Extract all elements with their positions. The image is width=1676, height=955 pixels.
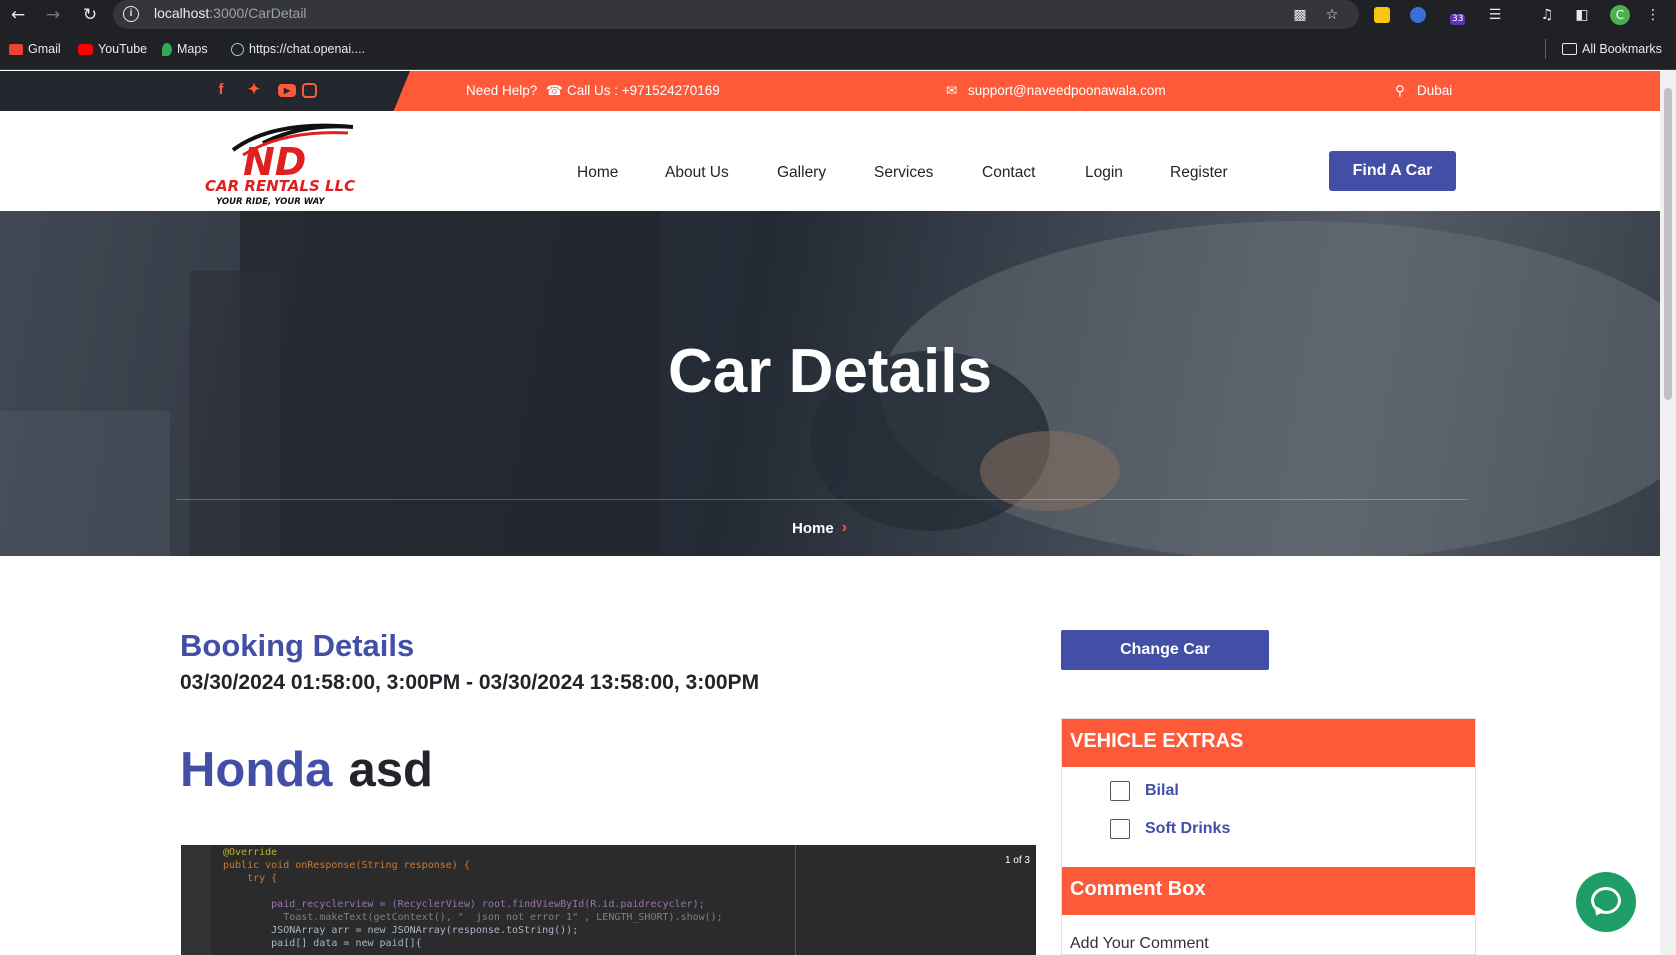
car-image-carousel[interactable]: @Override public void onResponse(String …	[181, 845, 1036, 955]
url-text[interactable]: localhost:3000/CarDetail	[154, 5, 307, 21]
call-us-link[interactable]: Call Us : +971524270169	[567, 83, 720, 98]
code-gutter	[181, 845, 211, 955]
site-info-icon[interactable]: i	[123, 6, 139, 22]
maps-icon	[162, 42, 172, 56]
page-scrollbar[interactable]	[1660, 70, 1676, 955]
code-line: paid_recyclerview = (RecyclerView) root.…	[223, 899, 705, 910]
scroll-thumb[interactable]	[1664, 88, 1672, 400]
change-car-button[interactable]: Change Car	[1061, 630, 1269, 670]
side-panel-icon[interactable]: ◧	[1572, 5, 1592, 25]
comment-input[interactable]: Add Your Comment	[1070, 935, 1209, 953]
back-icon[interactable]: ←	[7, 4, 29, 26]
media-control-icon[interactable]: ♫	[1537, 5, 1557, 25]
code-line: paid[] data = new paid[]{	[223, 938, 422, 949]
youtube-icon[interactable]: ▶	[278, 84, 296, 97]
folder-icon	[1562, 43, 1577, 55]
mail-icon: ✉	[946, 83, 958, 98]
nav-gallery[interactable]: Gallery	[777, 164, 826, 182]
extra-checkbox[interactable]	[1110, 781, 1130, 801]
bookmark-youtube[interactable]: YouTube	[78, 42, 147, 56]
nav-login[interactable]: Login	[1085, 164, 1123, 182]
extension-bolt-icon[interactable]	[1410, 7, 1426, 23]
code-line: public void onResponse(String response) …	[223, 860, 470, 871]
code-line: try {	[223, 873, 278, 884]
site-topbar: f ✦ ▶ Need Help? ☎ Call Us : +9715242701…	[0, 71, 1660, 111]
breadcrumb-home[interactable]: Home	[792, 520, 834, 537]
logo-name: CAR RENTALS LLC	[205, 177, 355, 195]
instagram-icon[interactable]	[302, 83, 317, 98]
bookmarks-bar: Gmail YouTube Maps https://chat.openai..…	[0, 30, 1676, 70]
profile-avatar[interactable]: C	[1610, 5, 1630, 25]
extension-badge-icon[interactable]: 33	[1444, 5, 1466, 25]
reload-icon[interactable]: ↻	[79, 4, 101, 26]
vehicle-extras-panel: VEHICLE EXTRAS Bilal Soft Drinks Comment…	[1061, 718, 1476, 955]
booking-details-heading: Booking Details	[180, 628, 415, 663]
booking-dates: 03/30/2024 01:58:00, 3:00PM - 03/30/2024…	[180, 671, 760, 694]
twitter-icon[interactable]: ✦	[245, 81, 263, 99]
bookmark-star-icon[interactable]: ☆	[1322, 5, 1342, 25]
forward-icon[interactable]: →	[42, 4, 64, 26]
logo-graphic: ND CAR RENTALS LLC YOUR RIDE, YOUR WAY	[205, 123, 355, 207]
code-line: @Override	[223, 847, 278, 858]
extra-checkbox[interactable]	[1110, 819, 1130, 839]
location-text: Dubai	[1417, 83, 1453, 98]
site-header: ND CAR RENTALS LLC YOUR RIDE, YOUR WAY H…	[0, 111, 1660, 211]
extension-badge-count: 33	[1450, 14, 1466, 25]
chrome-menu-icon[interactable]: ⋮	[1643, 5, 1663, 25]
nav-contact[interactable]: Contact	[982, 164, 1035, 182]
chat-widget-button[interactable]	[1576, 872, 1636, 932]
logo-tagline: YOUR RIDE, YOUR WAY	[216, 197, 325, 207]
extension-keep-icon[interactable]	[1374, 7, 1390, 23]
site-logo[interactable]: ND CAR RENTALS LLC YOUR RIDE, YOUR WAY	[203, 115, 363, 207]
extra-option-bilal[interactable]: Bilal	[1110, 781, 1179, 801]
comment-box-heading: Comment Box	[1062, 867, 1475, 915]
topbar-social-area: f ✦ ▶	[0, 71, 410, 111]
install-app-icon[interactable]: ▩	[1290, 5, 1310, 25]
browser-toolbar: ← → ↻ i localhost:3000/CarDetail ▩ ☆ 33 …	[0, 0, 1676, 30]
car-model: asd	[348, 743, 433, 797]
bookmarks-divider	[1545, 39, 1546, 59]
page-title: Car Details	[668, 337, 992, 406]
need-help-text: Need Help?	[466, 83, 538, 98]
extra-label[interactable]: Soft Drinks	[1145, 820, 1230, 838]
youtube-icon	[78, 43, 93, 55]
nav-register[interactable]: Register	[1170, 164, 1228, 182]
hero-divider	[176, 499, 1468, 500]
address-bar[interactable]: i localhost:3000/CarDetail ▩ ☆	[113, 0, 1359, 29]
gmail-icon	[9, 43, 23, 55]
chevron-right-icon: ›	[841, 519, 848, 536]
bookmark-gmail[interactable]: Gmail	[9, 42, 61, 56]
car-name: Honda asd	[180, 742, 433, 798]
nav-services[interactable]: Services	[874, 164, 933, 182]
bookmark-maps[interactable]: Maps	[162, 42, 208, 56]
facebook-icon[interactable]: f	[212, 81, 230, 99]
extra-label[interactable]: Bilal	[1145, 782, 1179, 800]
hero-banner: Car Details Home ›	[0, 211, 1660, 556]
vehicle-extras-heading: VEHICLE EXTRAS	[1062, 719, 1475, 767]
code-divider	[795, 845, 796, 955]
location-icon: ⚲	[1395, 83, 1405, 98]
image-counter: 1 of 3	[1004, 855, 1030, 866]
phone-icon: ☎	[546, 83, 563, 98]
openai-icon	[231, 42, 244, 56]
code-line: Toast.makeText(getContext(), " json not …	[223, 912, 723, 923]
code-line: JSONArray arr = new JSONArray(response.t…	[223, 925, 579, 936]
nav-about-us[interactable]: About Us	[665, 164, 729, 182]
bookmark-chatgpt[interactable]: https://chat.openai....	[231, 42, 365, 56]
nav-home[interactable]: Home	[577, 164, 618, 182]
breadcrumb: Home ›	[792, 519, 847, 537]
extensions-puzzle-icon[interactable]: ☰	[1485, 5, 1505, 25]
extra-option-soft-drinks[interactable]: Soft Drinks	[1110, 819, 1230, 839]
car-brand: Honda	[180, 743, 333, 797]
find-a-car-button[interactable]: Find A Car	[1329, 151, 1456, 191]
support-email-link[interactable]: support@naveedpoonawala.com	[968, 83, 1166, 98]
all-bookmarks[interactable]: All Bookmarks	[1562, 42, 1662, 56]
